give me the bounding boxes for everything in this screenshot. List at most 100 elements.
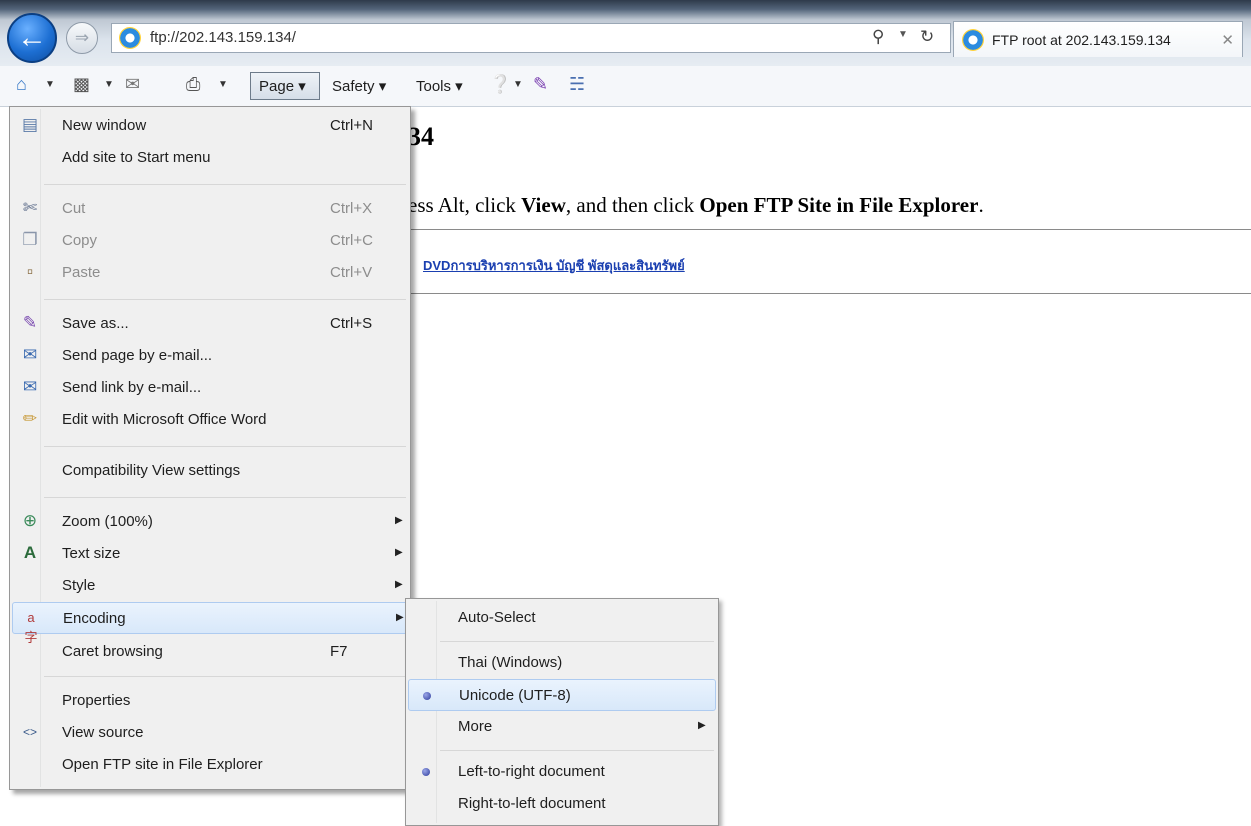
menu-item-label: Encoding [63,610,126,627]
send-link-icon: ✉ [22,377,38,396]
encoding-utf8[interactable]: Unicode (UTF-8) [408,679,716,711]
menu-item-label: Add site to Start menu [62,149,211,166]
chevron-down-icon[interactable]: ▼ [898,29,908,40]
encoding-icon: a字 [24,610,38,645]
close-tab-icon[interactable]: ✕ [1221,31,1234,49]
menu-item-label: Save as... [62,315,129,332]
forward-button[interactable]: ⇒ [66,22,98,54]
tools-menu-button[interactable]: Tools ▾ [416,77,463,95]
new-window-icon: ▤ [21,115,39,134]
menu-item-open-ftp[interactable]: Open FTP site in File Explorer [12,749,408,781]
menu-item-label: Open FTP site in File Explorer [62,756,263,773]
menu-item-label: Cut [62,200,86,217]
submenu-arrow-icon: ▶ [396,612,404,623]
menu-separator [440,750,714,751]
menu-item-shortcut: Ctrl+N [330,117,373,134]
instruction-prefix: ess Alt, click [408,193,522,217]
folder-link[interactable]: DVDการบริหารการเงิน บัญชี พัสดุและสินทรั… [423,255,685,276]
back-button[interactable]: ← [7,13,57,63]
menu-item-view-source[interactable]: <> View source [12,717,408,749]
page-menu-button[interactable]: Page ▾ [250,72,320,100]
text-size-icon: A [23,543,37,562]
menu-separator [44,299,406,300]
menu-item-label: Copy [62,232,98,249]
menu-item-copy[interactable]: ❐ Copy Ctrl+C [12,225,408,257]
menu-item-label: Right-to-left document [458,795,606,812]
menu-item-paste[interactable]: ▫ Paste Ctrl+V [12,257,408,289]
menu-item-label: Unicode (UTF-8) [459,687,571,704]
refresh-icon[interactable]: ↻ [920,27,934,47]
print-dropdown-icon[interactable]: ▼ [218,79,228,90]
menu-item-shortcut: Ctrl+S [330,315,373,332]
menu-item-shortcut: Ctrl+X [330,200,373,217]
menu-item-label: Left-to-right document [458,763,605,780]
menu-item-label: Send page by e-mail... [62,347,213,364]
tab-title: FTP root at 202.143.159.134 [992,32,1171,48]
menu-item-save-as[interactable]: ✎ Save as... Ctrl+S [12,308,408,340]
page-heading: 34 [408,122,434,151]
copy-icon: ❐ [22,230,38,249]
help-icon[interactable]: ❔ [489,75,511,93]
menu-item-edit-word[interactable]: ✏ Edit with Microsoft Office Word [12,404,408,436]
menu-separator [44,446,406,447]
menu-item-add-to-start[interactable]: Add site to Start menu [12,142,408,174]
menu-item-label: Edit with Microsoft Office Word [62,411,267,428]
menu-item-zoom[interactable]: ⊕ Zoom (100%) ▶ [12,506,408,538]
rss-icon[interactable]: ▩ [73,75,90,93]
menu-item-label: More [458,718,493,735]
menu-item-text-size[interactable]: A Text size ▶ [12,538,408,570]
instruction-view: View [521,193,566,217]
printer-icon[interactable]: ⎙ [186,75,200,93]
menu-item-send-page[interactable]: ✉ Send page by e-mail... [12,340,408,372]
onenote-icon[interactable]: ☵ [569,75,585,93]
menu-item-label: Zoom (100%) [62,513,153,530]
menu-item-label: New window [62,117,147,134]
menu-item-send-link[interactable]: ✉ Send link by e-mail... [12,372,408,404]
encoding-more[interactable]: More ▶ [408,711,716,743]
browser-titlebar: ← ⇒ ftp://202.143.159.134/ ⚲ ▼ ↻ FTP roo… [0,0,1251,66]
research-icon[interactable]: ✎ [533,75,548,93]
menu-item-shortcut: F7 [330,643,348,660]
menu-separator [44,676,406,677]
menu-item-compat-view[interactable]: Compatibility View settings [12,455,408,487]
arrow-right-icon: ⇒ [74,28,90,47]
menu-item-properties[interactable]: Properties [12,685,408,717]
menu-item-caret-browsing[interactable]: Caret browsing F7 [12,636,408,668]
menu-item-label: View source [62,724,144,741]
menu-item-label: Send link by e-mail... [62,379,202,396]
search-icon[interactable]: ⚲ [872,27,884,47]
menu-item-label: Caret browsing [62,643,163,660]
mail-icon[interactable]: ✉ [125,75,140,93]
arrow-left-icon: ← [17,21,47,54]
menu-item-label: Compatibility View settings [62,462,241,479]
radio-selected-icon [423,692,431,700]
submenu-arrow-icon: ▶ [395,515,403,526]
address-bar[interactable]: ftp://202.143.159.134/ ⚲ ▼ ↻ [111,23,951,53]
menu-item-label: Paste [62,264,101,281]
save-as-icon: ✎ [22,313,38,332]
zoom-icon: ⊕ [22,511,38,530]
submenu-arrow-icon: ▶ [698,720,706,731]
ftp-instruction: ess Alt, click View, and then click Open… [408,193,984,218]
safety-menu-button[interactable]: Safety ▾ [332,77,386,95]
feeds-dropdown-icon[interactable]: ▼ [104,79,114,90]
help-dropdown-icon[interactable]: ▼ [513,79,523,90]
encoding-thai-windows[interactable]: Thai (Windows) [408,647,716,679]
encoding-auto-select[interactable]: Auto-Select [408,602,716,634]
menu-separator [440,641,714,642]
menu-item-shortcut: Ctrl+C [330,232,373,249]
encoding-ltr[interactable]: Left-to-right document [408,756,716,788]
menu-separator [44,497,406,498]
encoding-rtl[interactable]: Right-to-left document [408,788,716,820]
address-url[interactable]: ftp://202.143.159.134/ [150,29,296,46]
home-icon[interactable]: ⌂ [16,75,27,93]
menu-item-cut[interactable]: ✄ Cut Ctrl+X [12,193,408,225]
clipboard-icon: ▫ [26,262,34,281]
menu-item-encoding[interactable]: a字 Encoding ▶ [12,602,408,645]
tab-ftp-root[interactable]: FTP root at 202.143.159.134 ✕ [953,21,1243,57]
menu-item-new-window[interactable]: ▤ New window Ctrl+N [12,110,408,142]
menu-item-style[interactable]: Style ▶ [12,570,408,602]
menu-item-label: Text size [62,545,121,562]
content-divider-bottom [408,293,1251,294]
home-dropdown-icon[interactable]: ▼ [45,79,55,90]
